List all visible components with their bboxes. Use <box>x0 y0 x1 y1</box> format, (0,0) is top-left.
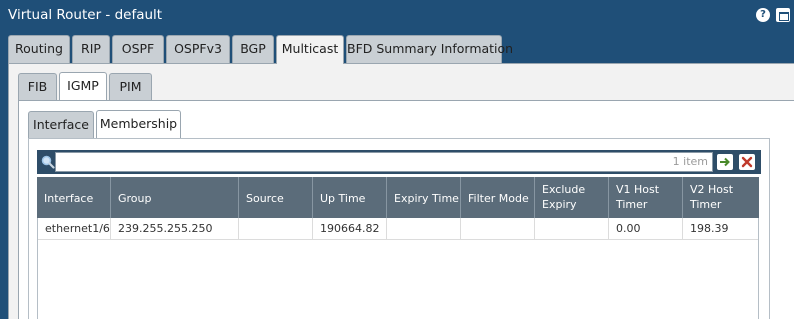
column-header-v2-host-timer[interactable]: V2 Host Timer <box>683 177 759 218</box>
subtab-fib[interactable]: FIB <box>18 73 57 100</box>
tab-routing[interactable]: Routing <box>8 35 70 63</box>
cell-v2-host-timer: 198.39 <box>683 218 758 240</box>
tab-label: RIP <box>81 41 101 56</box>
help-icon[interactable]: ? <box>756 8 770 22</box>
maximize-icon[interactable] <box>776 8 790 22</box>
cell-group: 239.255.255.250 <box>111 218 239 240</box>
column-label: Timer <box>616 198 648 211</box>
tab-label: BGP <box>240 41 266 56</box>
item-count: 1 item <box>672 155 708 168</box>
subtab-igmp[interactable]: IGMP <box>59 72 107 100</box>
column-label: Expiry Time <box>394 192 459 205</box>
tab-multicast[interactable]: Multicast <box>276 35 344 64</box>
column-label: Exclude <box>542 183 586 196</box>
column-label: V1 Host <box>616 183 660 196</box>
dialog-title: Virtual Router - default <box>8 7 163 23</box>
column-header-up-time[interactable]: Up Time <box>313 177 387 218</box>
cell-v1-host-timer: 0.00 <box>609 218 683 240</box>
clear-filter-icon <box>741 156 753 168</box>
column-label: Timer <box>690 198 722 211</box>
column-header-v1-host-timer[interactable]: V1 Host Timer <box>609 177 683 218</box>
cell-exclude-expiry <box>535 218 609 240</box>
search-icon <box>41 155 55 169</box>
cell-interface: ethernet1/6 <box>38 218 111 240</box>
column-header-interface[interactable]: Interface <box>37 177 111 218</box>
column-header-source[interactable]: Source <box>239 177 313 218</box>
column-label: Source <box>246 192 284 205</box>
column-label: Expiry <box>542 198 577 211</box>
cell-expiry-time <box>387 218 461 240</box>
tab-label: Membership <box>99 116 178 131</box>
tab-label: BFD Summary Information <box>347 41 514 56</box>
cell-source <box>239 218 313 240</box>
tab-label: Multicast <box>281 41 339 56</box>
tab-ospfv3[interactable]: OSPFv3 <box>166 35 230 63</box>
subtab-label: IGMP <box>67 78 99 93</box>
filter-input[interactable] <box>55 152 713 172</box>
title-bar: Virtual Router - default ? <box>0 0 794 33</box>
column-header-filter-mode[interactable]: Filter Mode <box>461 177 535 218</box>
cell-up-time: 190664.82 <box>313 218 387 240</box>
tab-rip[interactable]: RIP <box>72 35 110 63</box>
subtab-pim[interactable]: PIM <box>109 73 152 100</box>
cell-filter-mode <box>461 218 535 240</box>
tab-bfd-summary[interactable]: BFD Summary Information <box>346 35 513 63</box>
apply-filter-button[interactable] <box>717 154 733 170</box>
column-header-exclude-expiry[interactable]: Exclude Expiry <box>535 177 609 218</box>
column-header-expiry-time[interactable]: Expiry Time <box>387 177 461 218</box>
column-label: Filter Mode <box>468 192 529 205</box>
tab-label: OSPFv3 <box>174 41 222 56</box>
tab-membership[interactable]: Membership <box>96 110 181 138</box>
column-header-group[interactable]: Group <box>111 177 239 218</box>
subtab-label: PIM <box>119 79 142 94</box>
tab-bgp[interactable]: BGP <box>232 35 274 63</box>
column-label: Up Time <box>320 192 366 205</box>
column-label: Group <box>118 192 152 205</box>
tab-ospf[interactable]: OSPF <box>112 35 164 63</box>
tab-label: Interface <box>33 117 89 132</box>
virtual-router-dialog: Virtual Router - default ? Routing RIP O… <box>0 0 794 319</box>
column-label: Interface <box>44 192 94 205</box>
column-label: V2 Host <box>690 183 734 196</box>
subtab-label: FIB <box>27 79 48 94</box>
tab-interface[interactable]: Interface <box>28 111 94 138</box>
tab-label: Routing <box>15 41 63 56</box>
apply-filter-icon <box>720 157 730 167</box>
tab-label: OSPF <box>121 41 155 56</box>
clear-filter-button[interactable] <box>739 154 755 170</box>
